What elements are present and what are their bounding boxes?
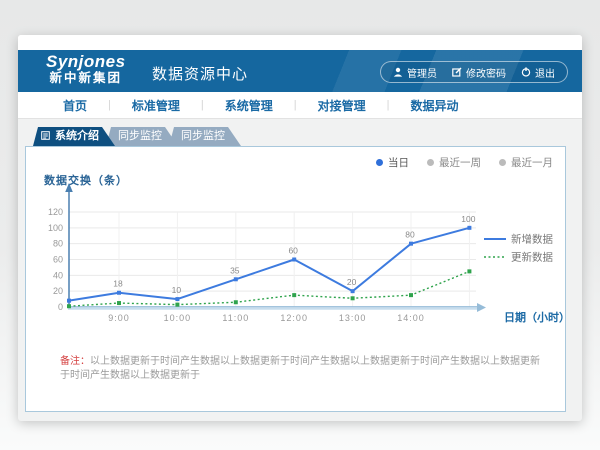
footnote: 备注：以上数据更新于时间产生数据以上数据更新于时间产生数据以上数据更新于时间产生… xyxy=(60,355,547,383)
svg-text:60: 60 xyxy=(53,254,63,264)
svg-text:14:00: 14:00 xyxy=(397,313,425,323)
tab[interactable]: 同步监控 xyxy=(106,127,178,146)
content-area: 系统介绍同步监控同步监控 当日最近一周最近一月 数据交换（条） 02040608… xyxy=(18,119,582,421)
page-title: 数据资源中心 xyxy=(152,63,248,84)
nav-item[interactable]: 数据异动 xyxy=(390,97,480,114)
app-window: Synjones 新中新集团 数据资源中心 管理员 修改密码 xyxy=(18,35,582,420)
edit-icon xyxy=(452,67,462,77)
svg-text:35: 35 xyxy=(230,265,240,275)
app-header: Synjones 新中新集团 数据资源中心 管理员 修改密码 xyxy=(18,50,582,92)
chart-panel: 当日最近一周最近一月 数据交换（条） 0204060801001209:0010… xyxy=(25,146,566,412)
svg-text:0: 0 xyxy=(58,302,63,312)
svg-text:40: 40 xyxy=(53,270,63,280)
footnote-prefix: 备注： xyxy=(60,356,90,367)
svg-text:10: 10 xyxy=(172,285,182,295)
admin-user-button[interactable]: 管理员 xyxy=(393,65,437,80)
logo-text-en: Synjones xyxy=(46,53,126,72)
logout-button[interactable]: 退出 xyxy=(521,65,555,80)
tab[interactable]: 系统介绍 xyxy=(33,127,115,146)
svg-text:日期（小时）: 日期（小时） xyxy=(504,310,565,324)
admin-user-label: 管理员 xyxy=(407,65,437,80)
nav-item[interactable]: 首页 xyxy=(42,97,108,114)
svg-text:18: 18 xyxy=(113,279,123,289)
tab[interactable]: 同步监控 xyxy=(169,127,241,146)
form-icon xyxy=(41,131,50,140)
user-icon xyxy=(393,67,403,77)
svg-text:100: 100 xyxy=(461,214,475,224)
svg-text:10:00: 10:00 xyxy=(164,313,192,323)
svg-text:60: 60 xyxy=(288,245,298,255)
nav-item[interactable]: 标准管理 xyxy=(111,97,201,114)
svg-text:9:00: 9:00 xyxy=(108,313,130,323)
svg-text:100: 100 xyxy=(48,223,63,233)
change-password-button[interactable]: 修改密码 xyxy=(452,65,506,80)
power-icon xyxy=(521,67,531,77)
svg-text:新增数据: 新增数据 xyxy=(511,233,553,246)
svg-text:20: 20 xyxy=(347,277,357,287)
logo: Synjones 新中新集团 xyxy=(46,53,126,85)
svg-text:120: 120 xyxy=(48,207,63,217)
svg-text:20: 20 xyxy=(53,286,63,296)
svg-text:80: 80 xyxy=(405,230,415,240)
svg-text:11:00: 11:00 xyxy=(222,313,249,323)
svg-text:12:00: 12:00 xyxy=(280,313,308,323)
logout-label: 退出 xyxy=(535,65,555,80)
user-toolbar: 管理员 修改密码 退出 xyxy=(380,61,568,83)
logo-text-cn: 新中新集团 xyxy=(46,72,126,86)
change-password-label: 修改密码 xyxy=(466,65,506,80)
nav-item[interactable]: 系统管理 xyxy=(204,97,294,114)
svg-text:80: 80 xyxy=(53,239,63,249)
svg-text:13:00: 13:00 xyxy=(339,313,367,323)
tab-bar: 系统介绍同步监控同步监控 xyxy=(33,127,582,146)
footnote-text: 以上数据更新于时间产生数据以上数据更新于时间产生数据以上数据更新于时间产生数据以… xyxy=(60,356,540,381)
main-nav: 首页|标准管理|系统管理|对接管理|数据异动 xyxy=(18,92,582,119)
window-top-strip xyxy=(18,35,582,50)
nav-item[interactable]: 对接管理 xyxy=(297,97,387,114)
svg-text:更新数据: 更新数据 xyxy=(511,251,553,264)
